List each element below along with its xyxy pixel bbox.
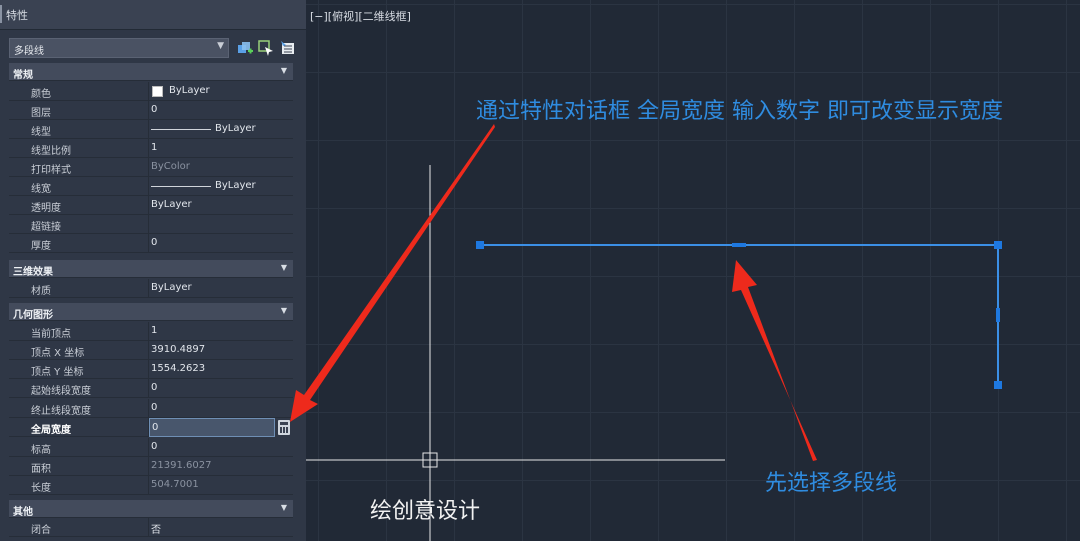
midpoint-grip[interactable] (996, 308, 1000, 322)
vertex-grip[interactable] (994, 241, 1002, 249)
arrow-to-polyline (732, 260, 817, 461)
canvas-overlay (290, 124, 1002, 541)
arrow-to-global-width (290, 124, 495, 422)
vertex-grip[interactable] (994, 381, 1002, 389)
annotation-select-polyline: 先选择多段线 (765, 471, 898, 496)
vertex-grip[interactable] (476, 241, 484, 249)
annotation-global-width-tip: 通过特性对话框 全局宽度 输入数字 即可改变显示宽度 (476, 99, 1003, 124)
midpoint-grip[interactable] (732, 243, 746, 247)
watermark-text: 绘创意设计 (370, 499, 481, 524)
